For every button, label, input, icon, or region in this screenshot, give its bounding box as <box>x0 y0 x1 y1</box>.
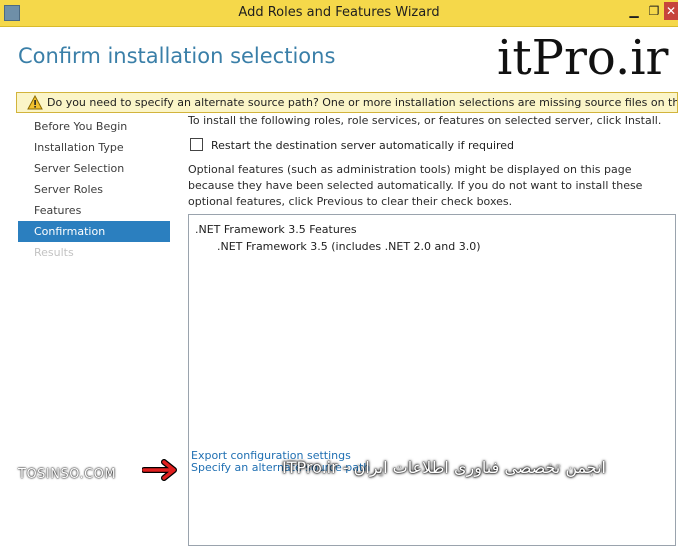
maximize-icon[interactable]: ❐ <box>644 2 664 20</box>
intro-text: To install the following roles, role ser… <box>188 114 662 127</box>
brand-watermark: itPro.ir <box>497 30 669 86</box>
wizard-steps: Before You Begin Installation Type Serve… <box>18 116 170 263</box>
site-watermark-right: انجمن تخصصی فناوری اطلاعات ایران - ITPro… <box>282 458 606 477</box>
optional-features-note: Optional features (such as administratio… <box>188 163 643 208</box>
window-title: Add Roles and Features Wizard <box>238 5 440 20</box>
warning-text: Do you need to specify an alternate sour… <box>47 96 677 109</box>
restart-checkbox[interactable] <box>190 138 203 151</box>
list-item: .NET Framework 3.5 (includes .NET 2.0 an… <box>217 240 481 253</box>
site-watermark-left: TOSINSO.COM <box>18 467 117 482</box>
selected-features-list: .NET Framework 3.5 Features .NET Framewo… <box>188 214 676 546</box>
minimize-icon[interactable]: ▁ <box>624 2 644 20</box>
warning-banner[interactable]: Do you need to specify an alternate sour… <box>16 92 678 113</box>
close-icon[interactable]: ✕ <box>664 2 678 20</box>
step-features[interactable]: Features <box>18 200 170 221</box>
step-server-selection[interactable]: Server Selection <box>18 158 170 179</box>
step-installation-type[interactable]: Installation Type <box>18 137 170 158</box>
step-confirmation[interactable]: Confirmation <box>18 221 170 242</box>
page-title: Confirm installation selections <box>18 44 336 68</box>
step-results: Results <box>34 246 74 259</box>
step-server-roles[interactable]: Server Roles <box>18 179 170 200</box>
restart-label: Restart the destination server automatic… <box>211 139 515 152</box>
step-before-you-begin[interactable]: Before You Begin <box>18 116 170 137</box>
restart-option[interactable]: Restart the destination server automatic… <box>190 138 514 152</box>
title-bar: Add Roles and Features Wizard ▁ ❐ ✕ <box>0 0 678 27</box>
arrow-icon <box>142 459 177 481</box>
list-item: .NET Framework 3.5 Features <box>195 223 357 236</box>
warning-icon <box>27 95 43 110</box>
